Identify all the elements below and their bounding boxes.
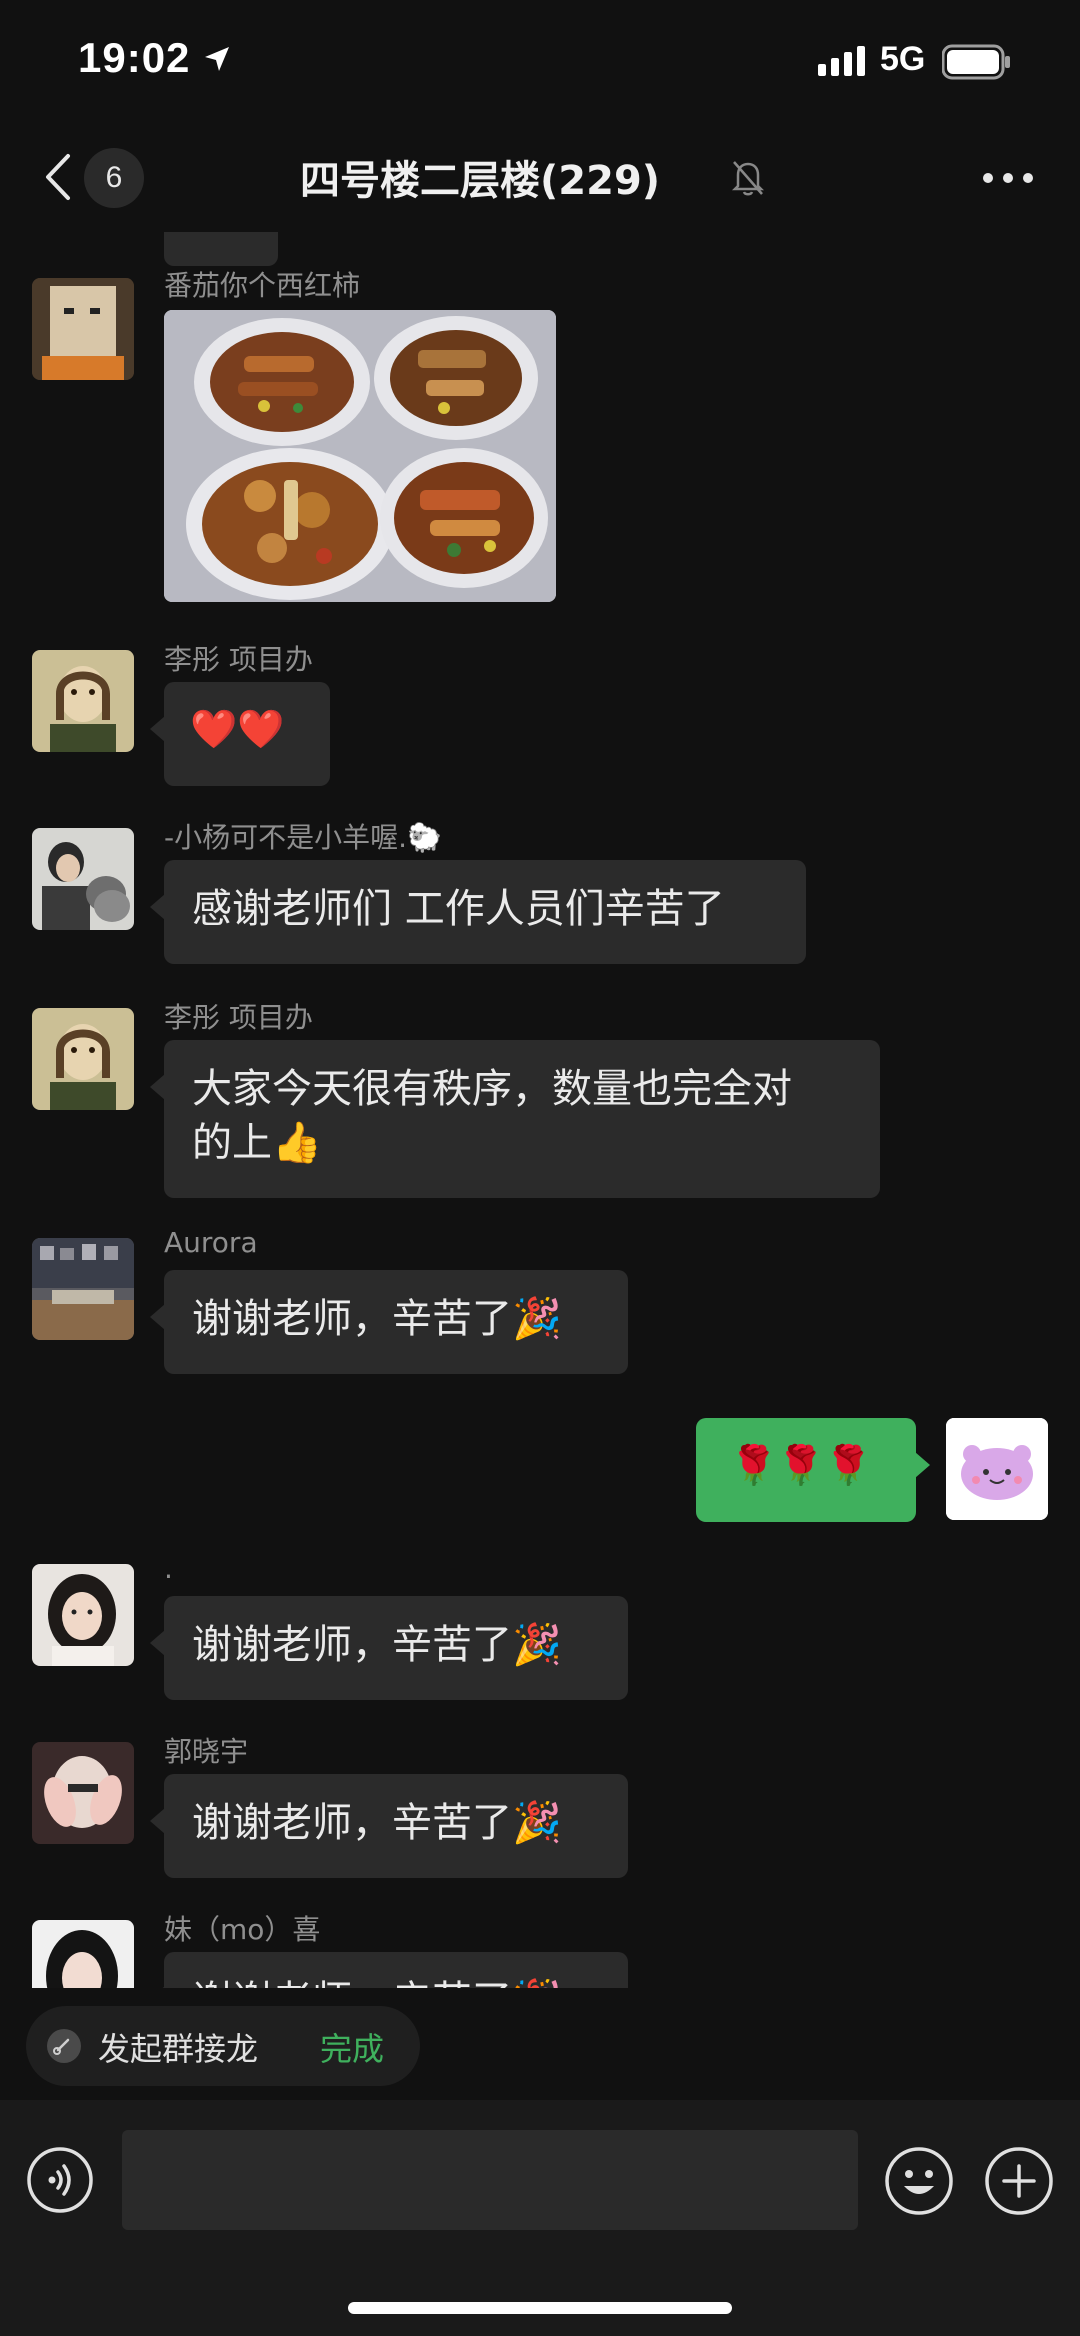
avatar-image (32, 1008, 134, 1110)
sender-name: 李彤 项目办 (164, 643, 313, 676)
message-bubble[interactable]: 大家今天很有秩序，数量也完全对 的上👍 (150, 1040, 880, 1198)
message-bubble[interactable]: 谢谢老师，辛苦了🎉 (150, 1952, 628, 1988)
back-button[interactable]: 6 (30, 142, 150, 212)
food-photo-image[interactable] (164, 310, 556, 602)
message-text: ❤️❤️ (190, 707, 285, 751)
battery-icon (942, 44, 1010, 80)
avatar[interactable] (32, 278, 134, 380)
message-text: 谢谢老师，辛苦了🎉 (192, 1622, 562, 1668)
jielong-label: 发起群接龙 (98, 2030, 259, 2068)
avatar-image (32, 1238, 134, 1340)
avatar-image (32, 1564, 134, 1666)
message-text: 谢谢老师，辛苦了🎉 (192, 1978, 562, 1988)
my-message-bubble[interactable]: 🌹🌹🌹 (696, 1418, 930, 1522)
sender-name: . (164, 1552, 173, 1585)
avatar-image (32, 650, 134, 752)
message-text: 谢谢老师，辛苦了🎉 (192, 1800, 562, 1846)
group-jielong-chip[interactable]: 发起群接龙 完成 (26, 2006, 420, 2086)
network-type: 5G (880, 40, 926, 78)
avatar[interactable] (32, 1564, 134, 1666)
message-bubble[interactable]: ❤️❤️ (150, 682, 330, 786)
avatar-image (946, 1418, 1048, 1520)
jielong-done-button[interactable]: 完成 (320, 2024, 384, 2070)
cellular-signal-icon (818, 46, 865, 76)
location-arrow-icon (205, 47, 229, 71)
message-text: 谢谢老师，辛苦了🎉 (192, 1296, 562, 1342)
avatar[interactable] (32, 828, 134, 930)
avatar-image (32, 1920, 134, 1988)
bell-muted-icon (731, 161, 765, 196)
input-bar (0, 2100, 1080, 2336)
avatar-image (32, 278, 134, 380)
avatar-image (32, 1742, 134, 1844)
message-input[interactable] (122, 2130, 858, 2230)
home-indicator[interactable] (348, 2302, 732, 2314)
my-avatar[interactable] (946, 1418, 1048, 1520)
avatar[interactable] (32, 1742, 134, 1844)
avatar[interactable] (32, 1238, 134, 1340)
status-time: 19:02 (78, 34, 191, 81)
message-text: 感谢老师们 工作人员们辛苦了 (192, 886, 725, 932)
status-bar: 19:02 5G (0, 0, 1080, 120)
plus-circle-icon[interactable] (984, 2146, 1054, 2216)
chevron-left-icon (46, 154, 70, 200)
sender-name: 番茄你个西红柿 (164, 269, 361, 302)
message-bubble[interactable]: 谢谢老师，辛苦了🎉 (150, 1270, 628, 1374)
message-text: 🌹🌹🌹 (730, 1443, 872, 1487)
chat-message-list[interactable]: 番茄你个西红柿 李彤 项目办 ❤️❤️ -小杨可不是小羊喔.🐑 感谢老师们 工作… (0, 232, 1080, 1988)
nav-bar: 6 四号楼二层楼(229) (0, 120, 1080, 232)
voice-input-icon[interactable] (26, 2146, 94, 2214)
sender-name: Aurora (164, 1226, 258, 1259)
more-options-icon[interactable] (978, 158, 1038, 198)
message-text-line: 大家今天很有秩序，数量也完全对 (192, 1066, 792, 1112)
message-bubble[interactable]: 谢谢老师，辛苦了🎉 (150, 1774, 628, 1878)
message-bubble[interactable]: 感谢老师们 工作人员们辛苦了 (150, 860, 806, 964)
sender-name: 妹（mo）喜 (164, 1913, 321, 1946)
message-text-line: 的上👍 (192, 1120, 322, 1166)
avatar[interactable] (32, 1008, 134, 1110)
avatar[interactable] (32, 650, 134, 752)
jielong-icon (47, 2029, 81, 2063)
avatar-image (32, 828, 134, 930)
sender-name: 李彤 项目办 (164, 1001, 313, 1034)
unread-badge: 6 (84, 148, 144, 208)
emoji-smiley-icon[interactable] (884, 2146, 954, 2216)
message-bubble-partial[interactable] (164, 232, 278, 266)
avatar[interactable] (32, 1920, 134, 1988)
sender-name: -小杨可不是小羊喔.🐑 (164, 821, 442, 854)
sender-name: 郭晓宇 (164, 1735, 249, 1768)
message-bubble[interactable]: 谢谢老师，辛苦了🎉 (150, 1596, 628, 1700)
chat-title: 四号楼二层楼(229) (300, 158, 661, 204)
